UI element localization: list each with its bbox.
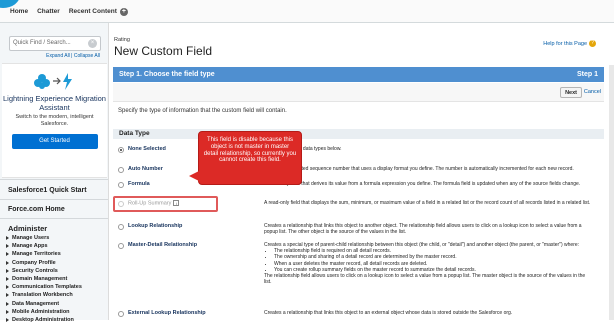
expand-arrow-icon (6, 277, 9, 282)
quick-find-input[interactable]: Quick Find / Search... × (9, 36, 101, 51)
sidebar-item-label: Mobile Administration (12, 308, 70, 315)
tab-chatter[interactable]: Chatter (37, 8, 60, 15)
type-description: A read-only field that derives its value… (264, 181, 581, 187)
expand-arrow-icon (6, 285, 9, 290)
type-description: A system-generated sequence number that … (264, 166, 574, 172)
divider (0, 199, 108, 200)
sidebar-item-label: Manage Apps (12, 243, 48, 250)
type-description: Creates a relationship that links this o… (264, 310, 513, 316)
sidebar-item-label: Communication Templates (12, 284, 82, 291)
expand-arrow-icon (6, 309, 9, 314)
setup-sidebar: Quick Find / Search... × Expand All | Co… (0, 23, 109, 323)
sidebar-item-communication-templates[interactable]: Communication Templates (6, 283, 82, 291)
sidebar-item-mobile-administration[interactable]: Mobile Administration (6, 308, 82, 316)
type-description: A read-only field that displays the sum,… (264, 200, 591, 206)
type-label: Lookup Relationship (128, 223, 183, 229)
sidebar-item-security-controls[interactable]: Security Controls (6, 267, 82, 275)
type-label: Auto Number (128, 166, 163, 172)
promo-subtitle: Switch to the modern, intelligent Salesf… (15, 114, 94, 127)
expand-arrow-icon (6, 244, 9, 249)
lightning-promo-card: Lightning Experience Migration Assistant… (2, 63, 107, 178)
clear-search-icon[interactable]: × (88, 39, 97, 48)
sidebar-item-translation-workbench[interactable]: Translation Workbench (6, 291, 82, 299)
data-type-heading: Data Type (113, 129, 604, 139)
tab-home[interactable]: Home (10, 8, 28, 15)
radio-external-lookup-relationship[interactable] (118, 311, 124, 317)
radio-lookup-relationship[interactable] (118, 224, 124, 230)
help-link[interactable]: Help for this Page? (543, 40, 596, 47)
plus-icon[interactable]: + (119, 7, 128, 16)
step-description: Specify the type of information that the… (118, 108, 287, 114)
top-navigation: Home Chatter Recent Content + (0, 0, 614, 23)
divider (0, 218, 108, 219)
breadcrumb: Rating (114, 37, 130, 43)
type-label: External Lookup Relationship (128, 310, 206, 316)
tab-recent-content-label: Recent Content (68, 8, 117, 15)
expand-collapse-links[interactable]: Expand All | Collapse All (46, 53, 100, 59)
promo-title: Lightning Experience Migration Assistant (3, 94, 106, 112)
tab-recent-content[interactable]: Recent Content + (68, 7, 128, 16)
step-title: Step 1. Choose the field type (119, 71, 215, 78)
sidebar-item-data-management[interactable]: Data Management (6, 300, 82, 308)
radio-master-detail-relationship[interactable] (118, 243, 124, 249)
radio-none-selected[interactable] (118, 147, 124, 153)
sidebar-item-manage-apps[interactable]: Manage Apps (6, 242, 82, 250)
sidebar-item-label: Data Management (12, 300, 60, 307)
button-row: Next Cancel (113, 83, 604, 102)
get-started-button[interactable]: Get Started (11, 134, 98, 149)
type-label: Formula (128, 181, 150, 187)
sidebar-item-company-profile[interactable]: Company Profile (6, 259, 82, 267)
roll-up-summary-highlight (113, 196, 218, 212)
annotation-callout: This field is disable because this objec… (189, 131, 302, 185)
expand-arrow-icon (6, 268, 9, 273)
type-description: Select one of the data types below. (264, 146, 342, 152)
main-content: Rating New Custom Field Help for this Pa… (110, 23, 614, 320)
step-number: Step 1 (576, 71, 598, 78)
sidebar-item-domain-management[interactable]: Domain Management (6, 275, 82, 283)
sidebar-item-label: Manage Territories (12, 251, 61, 258)
radio-formula[interactable] (118, 182, 124, 188)
type-description: Creates a special type of parent-child r… (264, 242, 594, 285)
expand-arrow-icon (6, 260, 9, 265)
quick-find-placeholder: Quick Find / Search... (13, 40, 71, 46)
expand-arrow-icon (6, 301, 9, 306)
cancel-link[interactable]: Cancel (584, 89, 601, 95)
expand-arrow-icon (6, 236, 9, 241)
radio-auto-number[interactable] (118, 167, 124, 173)
administer-heading: Administer (8, 224, 48, 233)
sidebar-item-label: Domain Management (12, 275, 68, 282)
force-com-home-link[interactable]: Force.com Home (8, 206, 65, 213)
lightning-migration-icon (33, 73, 72, 90)
vertical-scrollbar[interactable] (609, 65, 614, 320)
sidebar-item-manage-territories[interactable]: Manage Territories (6, 250, 82, 258)
sidebar-item-label: Translation Workbench (12, 292, 73, 299)
sidebar-item-label: Security Controls (12, 267, 58, 274)
sidebar-item-label: Company Profile (12, 259, 56, 266)
expand-arrow-icon (6, 252, 9, 257)
type-label: None Selected (128, 146, 166, 152)
expand-arrow-icon (6, 293, 9, 298)
help-icon: ? (589, 40, 596, 47)
type-description-outro: The relationship field allows users to c… (264, 273, 586, 286)
sidebar-item-manage-users[interactable]: Manage Users (6, 234, 82, 242)
sidebar-item-label: Manage Users (12, 235, 50, 241)
next-button[interactable]: Next (560, 87, 582, 98)
page-title: New Custom Field (114, 44, 213, 58)
help-link-label: Help for this Page (543, 40, 587, 47)
step-header: Step 1. Choose the field type Step 1 (113, 67, 604, 82)
type-description: Creates a relationship that links this o… (264, 223, 582, 236)
salesforce1-quick-start-link[interactable]: Salesforce1 Quick Start (8, 187, 87, 194)
divider (0, 179, 108, 180)
type-description-bullets: The relationship field is required on al… (274, 248, 594, 273)
administer-list: Manage Users Manage Apps Manage Territor… (6, 234, 82, 324)
type-label: Master-Detail Relationship (128, 242, 198, 248)
